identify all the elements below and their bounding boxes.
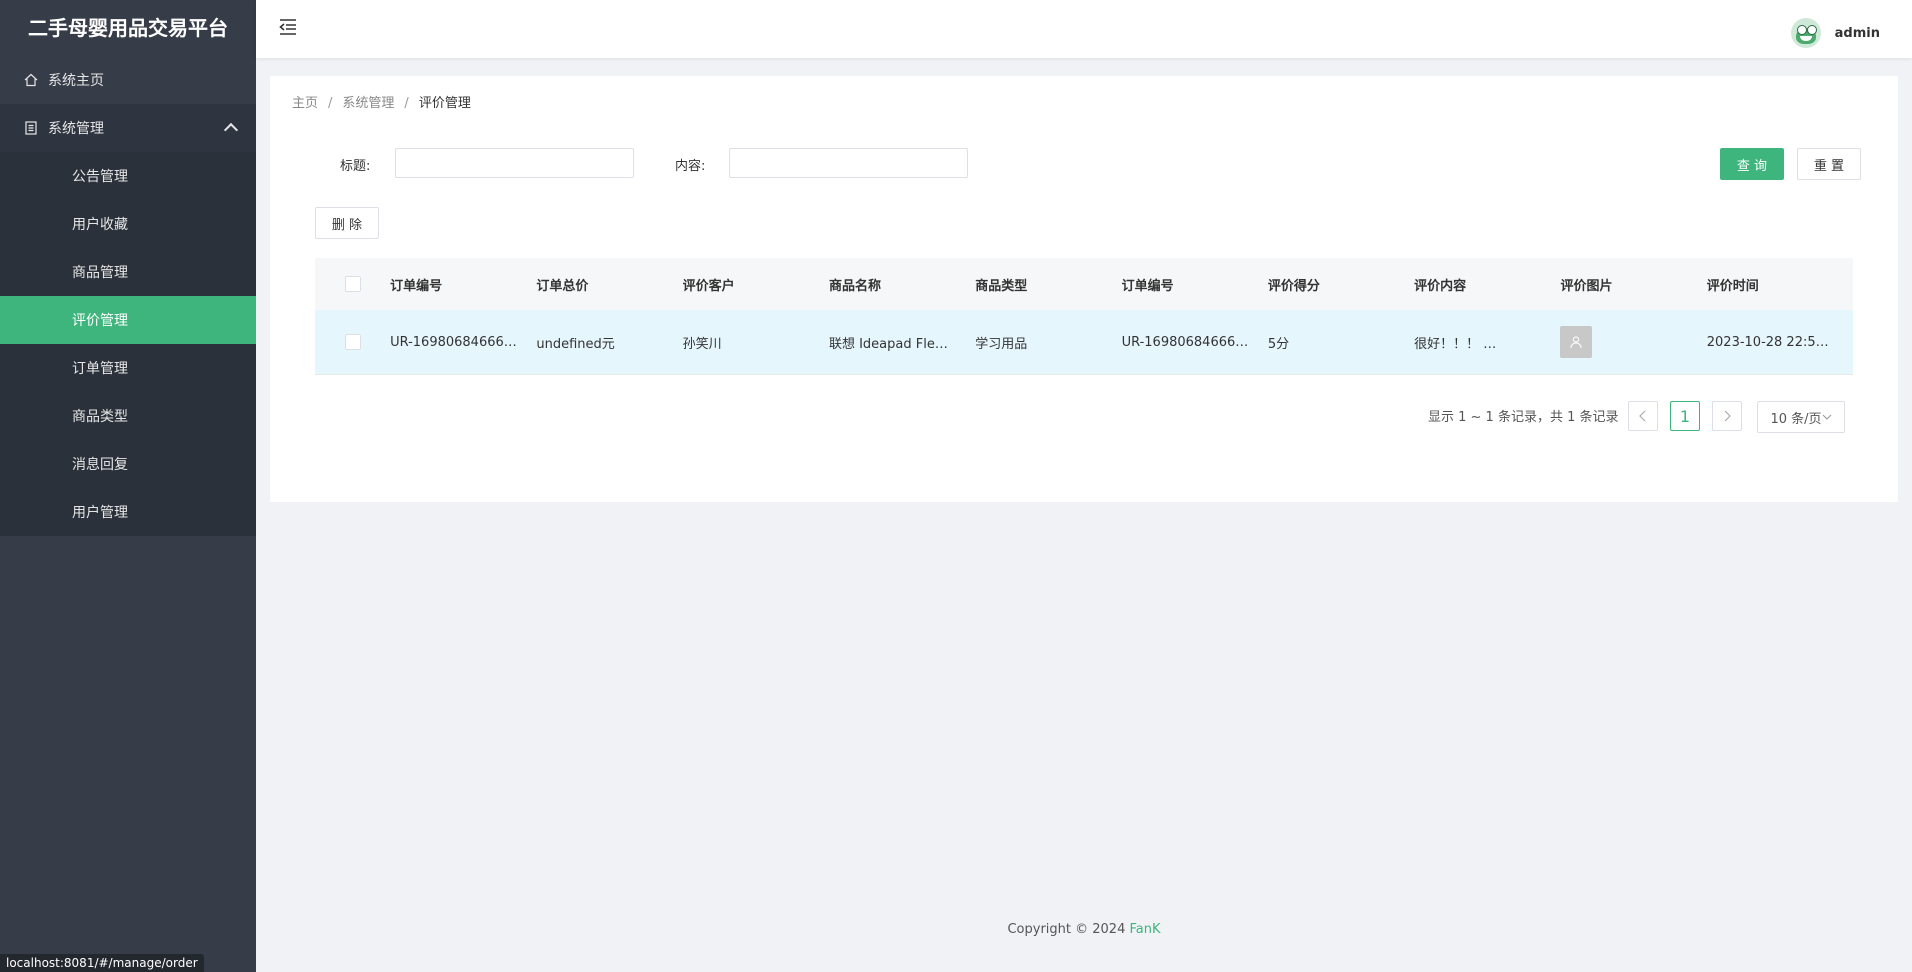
next-page-button[interactable] — [1712, 401, 1742, 431]
sidebar-item-label: 用户管理 — [72, 505, 128, 521]
sidebar-group-label: 系统管理 — [48, 121, 104, 137]
user-menu[interactable]: admin — [1790, 18, 1880, 48]
sidebar-item-products[interactable]: 商品管理 — [0, 248, 256, 296]
column-header: 评价客户 — [682, 278, 735, 294]
column-header: 订单编号 — [390, 278, 443, 294]
sidebar-item-home[interactable]: 系统主页 — [0, 56, 256, 104]
reviews-table: 订单编号 订单总价 评价客户 商品名称 商品类型 订单编号 评价得分 评价内容 … — [315, 258, 1853, 375]
sidebar-item-label: 系统主页 — [48, 73, 104, 89]
sidebar: 二手母婴用品交易平台 系统主页 系统管理 公告管理 用户收藏 商品管理 评价管理… — [0, 0, 256, 972]
sidebar-item-label: 公告管理 — [72, 169, 128, 185]
sidebar-item-label: 消息回复 — [72, 457, 128, 473]
title-label: 标题: — [340, 159, 371, 174]
sidebar-item-messages[interactable]: 消息回复 — [0, 440, 256, 488]
column-header: 评价时间 — [1706, 278, 1759, 294]
sidebar-item-product-types[interactable]: 商品类型 — [0, 392, 256, 440]
table-cell: 学习用品 — [975, 336, 1028, 352]
sidebar-item-label: 用户收藏 — [72, 217, 128, 233]
column-header: 订单编号 — [1121, 278, 1174, 294]
sidebar-item-reviews[interactable]: 评价管理 — [0, 296, 256, 344]
sidebar-item-favorites[interactable]: 用户收藏 — [0, 200, 256, 248]
sidebar-item-label: 商品管理 — [72, 265, 128, 281]
table-cell: undefined元 — [536, 336, 615, 352]
chevron-down-icon — [1822, 414, 1831, 420]
title-input[interactable] — [395, 148, 634, 178]
table-row[interactable]: UR-16980684666… undefined元 孙笑川 联想 Ideapa… — [315, 310, 1853, 375]
content-card: 主页 / 系统管理 / 评价管理 标题: 内容: 查 询 重 置 删 除 订单编号 订单… — [270, 76, 1898, 502]
avatar[interactable] — [1790, 18, 1821, 48]
column-header: 评价图片 — [1560, 278, 1613, 294]
column-header: 评价得分 — [1267, 278, 1320, 294]
column-header: 评价内容 — [1414, 278, 1467, 294]
delete-button[interactable]: 删 除 — [315, 207, 379, 239]
sidebar-item-announcements[interactable]: 公告管理 — [0, 152, 256, 200]
footer-copyright: Copyright © 2024 — [1007, 922, 1130, 937]
query-button[interactable]: 查 询 — [1720, 148, 1784, 180]
app-title: 二手母婴用品交易平台 — [28, 16, 228, 40]
chevron-up-icon — [223, 122, 239, 138]
reset-button[interactable]: 重 置 — [1797, 148, 1861, 180]
sidebar-item-orders[interactable]: 订单管理 — [0, 344, 256, 392]
column-header: 商品名称 — [828, 278, 881, 294]
sidebar-item-users[interactable]: 用户管理 — [0, 488, 256, 536]
top-header: admin — [256, 0, 1912, 58]
table-cell: UR-16980684666… — [390, 334, 517, 350]
select-all-checkbox[interactable] — [344, 276, 361, 292]
table-cell: UR-16980684666… — [1121, 334, 1249, 350]
table-header: 订单编号 订单总价 评价客户 商品名称 商品类型 订单编号 评价得分 评价内容 … — [315, 258, 1853, 310]
breadcrumb: 主页 / 系统管理 / 评价管理 — [292, 96, 471, 111]
sidebar-item-label: 订单管理 — [72, 361, 128, 377]
breadcrumb-current: 评价管理 — [418, 96, 471, 111]
table-cell: 2023-10-28 22:5… — [1706, 334, 1829, 350]
table-cell: 很好！！！ … — [1414, 336, 1497, 352]
collapse-menu-icon[interactable] — [278, 18, 298, 36]
pagination-info: 显示 1 ~ 1 条记录，共 1 条记录 — [1428, 410, 1619, 425]
column-header: 商品类型 — [975, 278, 1028, 294]
page-number[interactable]: 1 — [1670, 401, 1700, 431]
page-size-value: 10 条/页 — [1770, 411, 1822, 427]
user-placeholder-icon[interactable] — [1560, 326, 1593, 358]
table-cell-image — [1560, 326, 1706, 358]
column-header: 订单总价 — [536, 278, 589, 294]
breadcrumb-home[interactable]: 主页 — [292, 96, 318, 111]
sidebar-item-label: 商品类型 — [72, 409, 128, 425]
document-icon — [24, 121, 38, 135]
footer-brand: FanK — [1129, 922, 1161, 937]
table-cell: 5分 — [1267, 336, 1290, 352]
sidebar-group-system[interactable]: 系统管理 — [0, 104, 256, 152]
row-checkbox[interactable] — [344, 334, 361, 350]
content-input[interactable] — [729, 148, 968, 178]
footer: Copyright © 2024 FanK — [256, 922, 1912, 937]
sidebar-item-label: 评价管理 — [72, 313, 128, 329]
sidebar-submenu: 公告管理 用户收藏 商品管理 评价管理 订单管理 商品类型 消息回复 用户管理 — [0, 152, 256, 536]
prev-page-button[interactable] — [1628, 401, 1658, 431]
table-cell: 联想 Ideapad Fle… — [828, 336, 948, 352]
username: admin — [1834, 25, 1880, 41]
breadcrumb-system[interactable]: 系统管理 — [342, 96, 394, 111]
home-icon — [24, 73, 38, 87]
status-url: localhost:8081/#/manage/order — [0, 954, 204, 972]
content-label: 内容: — [675, 159, 706, 174]
page-size-select[interactable]: 10 条/页 — [1757, 401, 1845, 433]
table-cell: 孙笑川 — [682, 336, 722, 352]
